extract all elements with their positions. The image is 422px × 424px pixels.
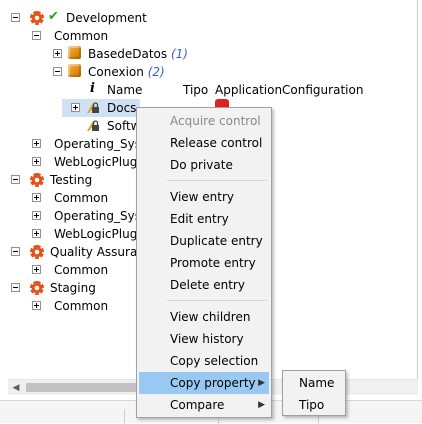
context-menu: Acquire control Release control Do priva… (136, 107, 272, 418)
menu-item-delete-entry[interactable]: Delete entry (139, 274, 269, 296)
info-icon: i (90, 81, 95, 96)
tree-node-label: Conexion (88, 65, 144, 79)
menu-item-acquire-control[interactable]: Acquire control (139, 110, 269, 132)
check-icon: ✔ (48, 9, 59, 24)
gear-icon (30, 281, 44, 295)
entry-count: (2) (147, 65, 165, 79)
expand-toggle-testing-common[interactable] (32, 193, 41, 202)
scroll-left-icon[interactable]: ◀ (8, 380, 24, 396)
menu-item-promote-entry[interactable]: Promote entry (139, 252, 269, 274)
tree-node-conexion[interactable]: Conexion (2) (88, 63, 165, 81)
expand-toggle-testing-operating-system[interactable] (32, 211, 41, 220)
menu-item-compare[interactable]: Compare ▶ (139, 394, 269, 416)
collapse-toggle-staging[interactable] (11, 283, 20, 292)
divider (124, 409, 125, 424)
submenu-item-tipo[interactable]: Tipo (285, 394, 343, 416)
menu-item-view-children[interactable]: View children (139, 306, 269, 328)
menu-item-edit-entry[interactable]: Edit entry (139, 208, 269, 230)
scrollbar-thumb[interactable] (26, 383, 146, 392)
submenu-item-name[interactable]: Name (285, 372, 343, 394)
entry-count: (1) (170, 47, 188, 61)
column-header-applicationconfiguration: ApplicationConfiguration (215, 83, 364, 97)
tree-node-testing[interactable]: Testing (50, 171, 92, 189)
column-header-name: Name (107, 83, 143, 97)
expand-toggle-operating-system[interactable] (32, 139, 41, 148)
tree-node-basededatos[interactable]: BasedeDatos (1) (88, 45, 188, 63)
menu-item-copy-property[interactable]: Copy property ▶ (139, 372, 269, 394)
collapse-toggle-testing[interactable] (11, 175, 20, 184)
tree-node-development-common[interactable]: Common (54, 27, 108, 45)
gear-icon (30, 245, 44, 259)
copy-property-submenu: Name Tipo (282, 370, 346, 416)
submenu-arrow-icon: ▶ (258, 378, 265, 388)
expand-toggle-basededatos[interactable] (53, 49, 62, 58)
menu-item-view-entry[interactable]: View entry (139, 186, 269, 208)
tree-node-development[interactable]: Development (66, 9, 147, 27)
tree-node-staging-common[interactable]: Common (54, 297, 108, 315)
cube-icon (68, 46, 81, 59)
gear-icon (30, 11, 44, 25)
submenu-arrow-icon: ▶ (258, 400, 265, 410)
collapse-toggle-development[interactable] (11, 13, 20, 22)
tree-node-label: BasedeDatos (88, 47, 168, 61)
menu-item-duplicate-entry[interactable]: Duplicate entry (139, 230, 269, 252)
tree-node-qa-common[interactable]: Common (54, 261, 108, 279)
locked-entry-icon (87, 102, 99, 113)
gear-icon (30, 173, 44, 187)
expand-toggle-testing-weblogicplugin[interactable] (32, 229, 41, 238)
expand-toggle-weblogicplugin[interactable] (32, 157, 41, 166)
menu-separator (167, 300, 267, 301)
tree-node-staging[interactable]: Staging (50, 279, 96, 297)
collapse-toggle-development-common[interactable] (32, 31, 41, 40)
cube-icon (68, 64, 81, 77)
menu-item-label: Copy property (170, 376, 256, 390)
tree-node-testing-common[interactable]: Common (54, 189, 108, 207)
collapse-toggle-quality-assurance[interactable] (11, 247, 20, 256)
menu-item-do-private[interactable]: Do private (139, 154, 269, 176)
menu-item-view-history[interactable]: View history (139, 328, 269, 350)
expand-toggle-staging-common[interactable] (32, 301, 41, 310)
collapse-toggle-conexion[interactable] (53, 67, 62, 76)
expand-toggle-qa-common[interactable] (32, 265, 41, 274)
tree-node-docs[interactable]: Docs (107, 99, 136, 117)
menu-item-release-control[interactable]: Release control (139, 132, 269, 154)
column-header-tipo: Tipo (183, 83, 209, 97)
locked-entry-icon (87, 120, 99, 131)
tree-border (417, 0, 418, 395)
tree-node-weblogicplugin[interactable]: WebLogicPlugin (54, 153, 148, 171)
expand-toggle-docs[interactable] (71, 103, 80, 112)
tree-node-testing-weblogicplugin[interactable]: WebLogicPlugin (54, 225, 148, 243)
menu-separator (167, 180, 267, 181)
menu-item-label: Compare (170, 398, 225, 412)
menu-item-copy-selection[interactable]: Copy selection (139, 350, 269, 372)
